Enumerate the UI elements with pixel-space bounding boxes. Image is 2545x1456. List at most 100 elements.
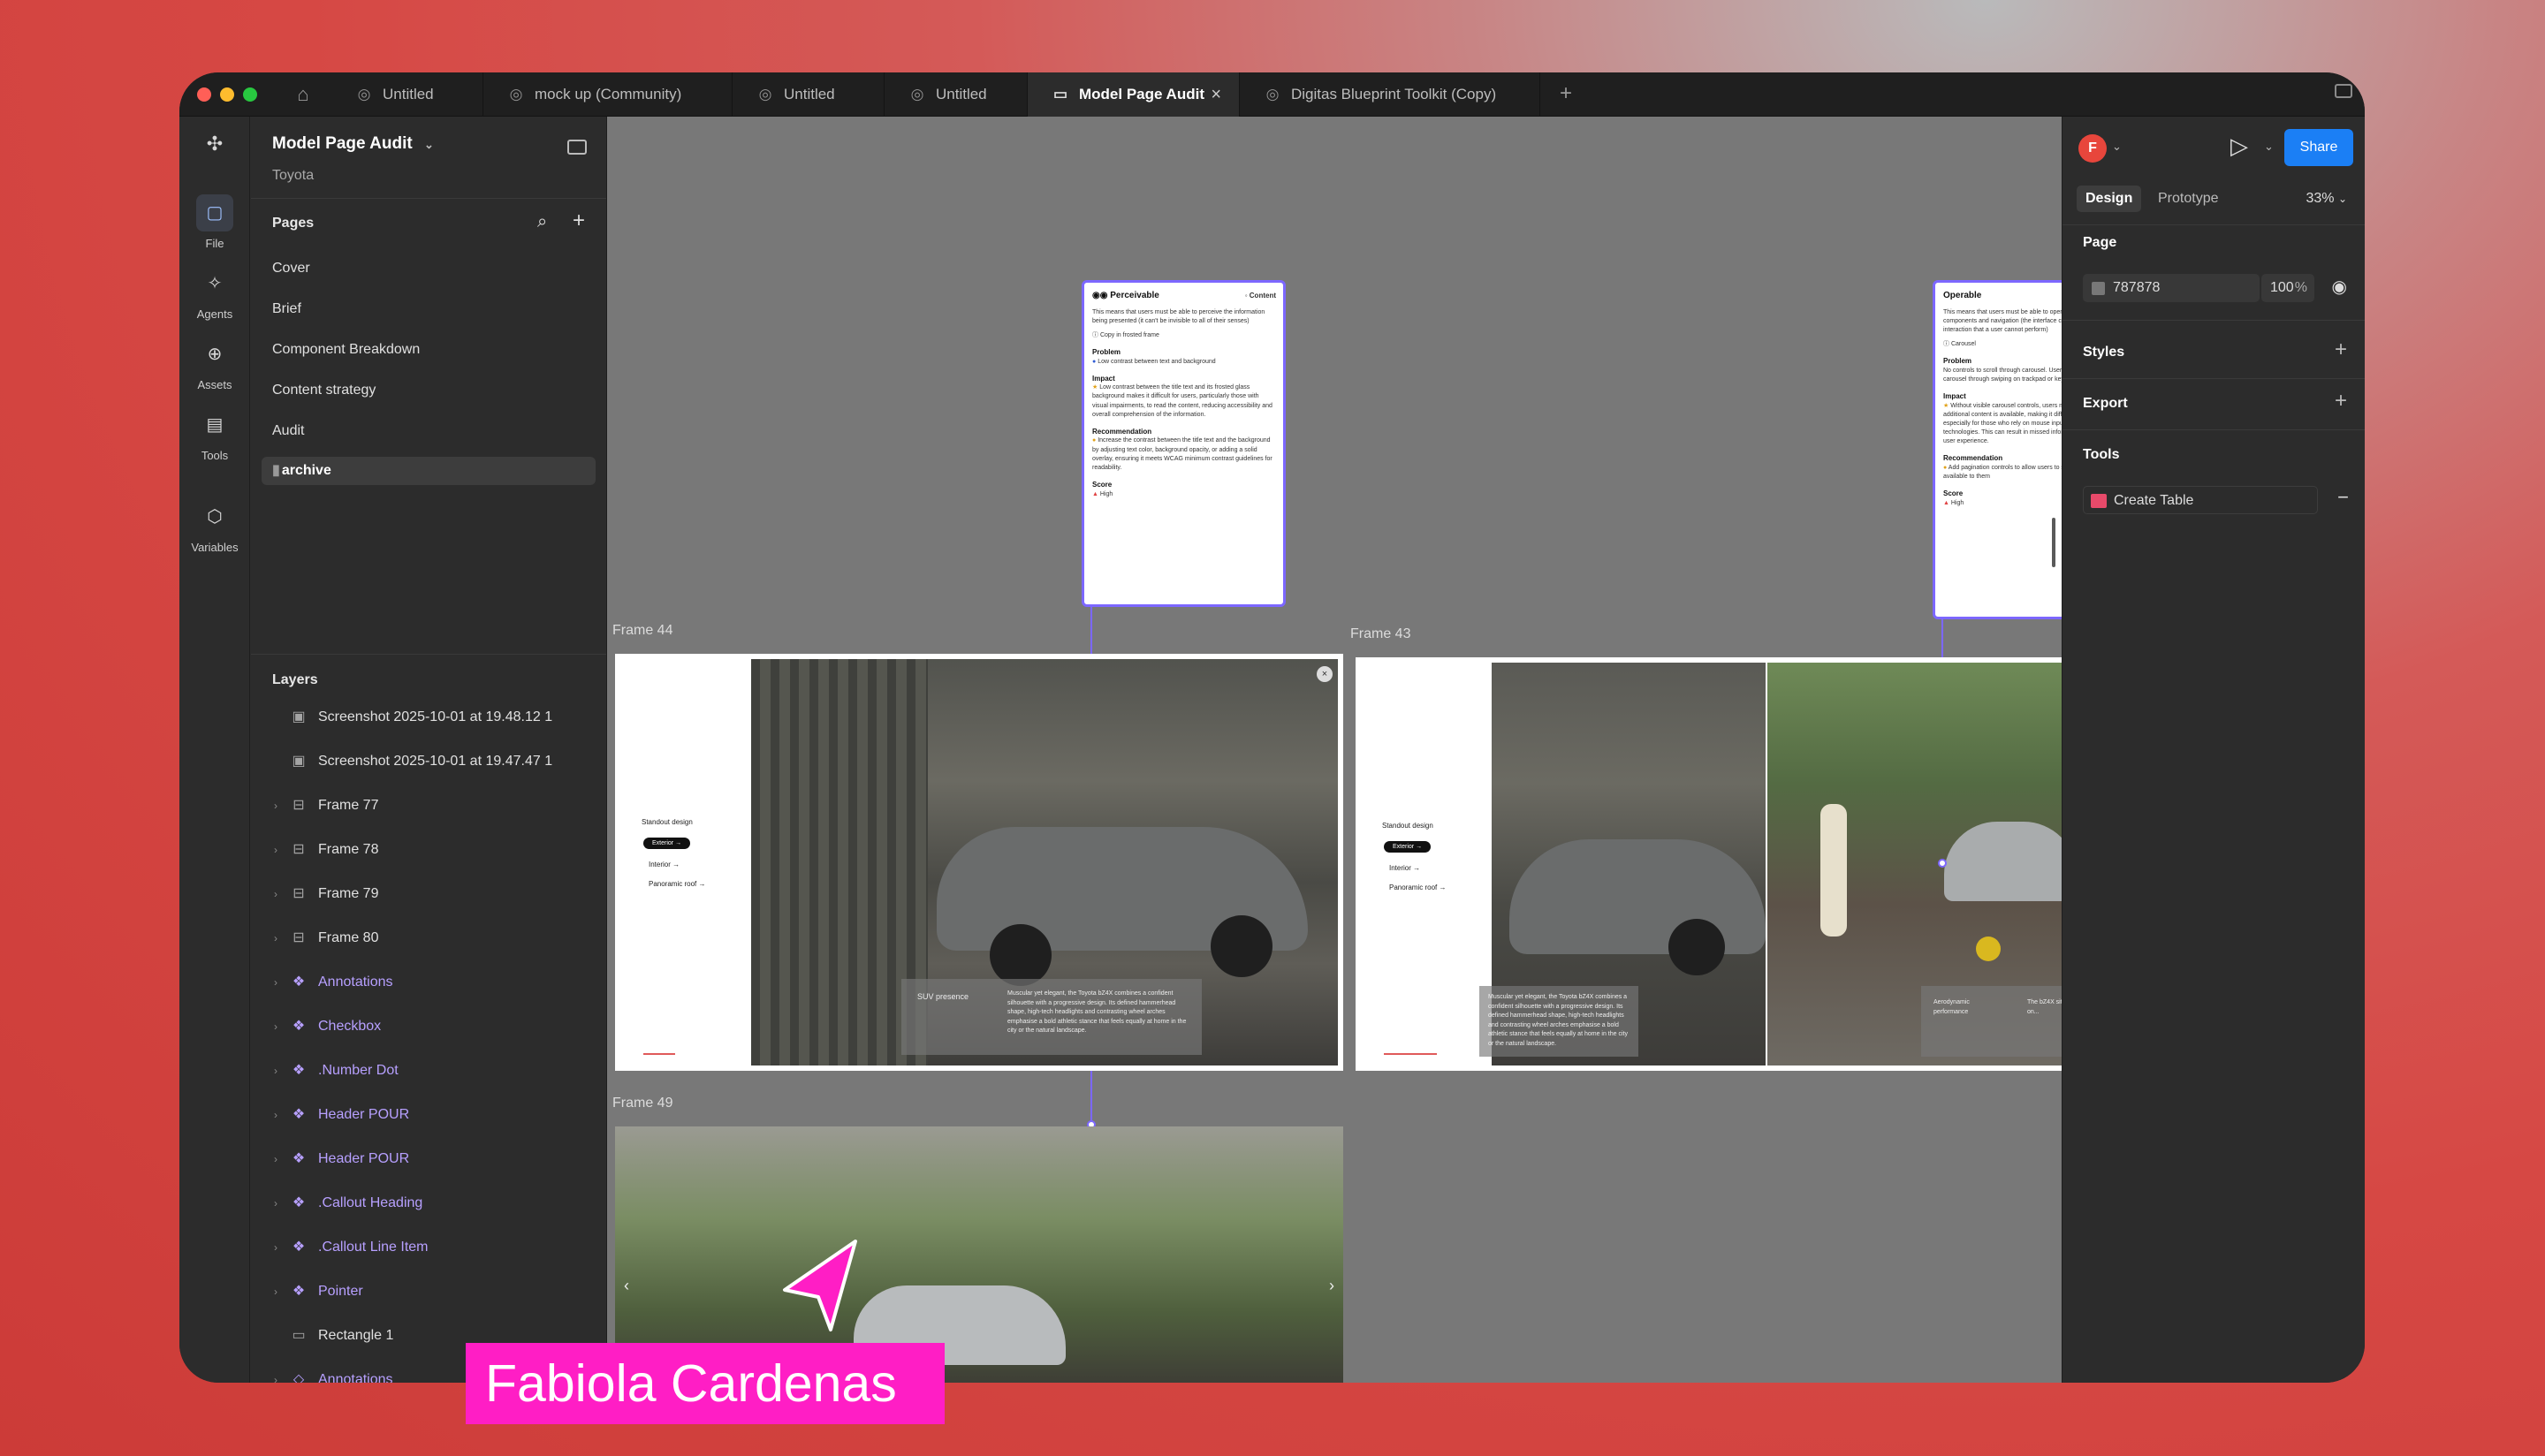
tab-mock-up[interactable]: ◎ mock up (Community) — [483, 72, 733, 117]
rail-tools[interactable]: ▤ Tools — [179, 406, 250, 462]
chevron-down-icon: ⌄ — [423, 138, 434, 151]
zoom-window-button[interactable] — [243, 87, 257, 102]
page-content-strategy[interactable]: Content strategy — [272, 383, 376, 398]
component-icon: ❖ — [292, 1107, 306, 1122]
exterior-pill[interactable]: Exterior → — [643, 838, 691, 849]
chevron-right-icon[interactable]: › — [274, 881, 277, 907]
tab-model-page-audit[interactable]: ▭ Model Page Audit × — [1028, 72, 1240, 117]
add-style-icon[interactable]: + — [2335, 337, 2347, 362]
create-table-tool[interactable]: Create Table — [2083, 486, 2318, 514]
chevron-right-icon[interactable]: › — [1329, 1277, 1334, 1295]
component-icon: ❖ — [292, 974, 306, 990]
page-archive[interactable]: ▮ archive — [262, 457, 596, 485]
rail-variables[interactable]: ⬡ Variables — [179, 498, 250, 554]
frame-49-label[interactable]: Frame 49 — [612, 1096, 672, 1111]
chevron-right-icon[interactable]: › — [274, 925, 277, 952]
tab-untitled-1[interactable]: ◎ Untitled — [331, 72, 483, 117]
layer-row[interactable]: › ⊟ Frame 79 — [251, 881, 606, 907]
warning-icon: ▲ — [1092, 490, 1100, 497]
page-cover[interactable]: Cover — [272, 261, 310, 277]
chevron-right-icon[interactable]: › — [274, 1146, 277, 1172]
tab-untitled-2[interactable]: ◎ Untitled — [733, 72, 885, 117]
chevron-down-icon[interactable]: ⌄ — [2264, 140, 2274, 154]
search-icon[interactable]: ⌕ — [537, 212, 547, 232]
page-opacity-field[interactable]: 100 % — [2261, 274, 2314, 302]
layer-row[interactable]: › ❖ Annotations — [251, 969, 606, 996]
eye-icon[interactable]: ◉ — [2332, 276, 2347, 298]
close-window-button[interactable] — [197, 87, 211, 102]
figma-logo-icon[interactable]: ✣ — [179, 125, 250, 168]
close-tab-icon[interactable]: × — [1211, 85, 1221, 105]
chevron-right-icon[interactable]: › — [274, 1013, 277, 1040]
instance-icon: ◇ — [292, 1372, 305, 1383]
rail-agents[interactable]: ✧ Agents — [179, 265, 250, 321]
tab-design[interactable]: Design — [2077, 186, 2142, 212]
page-audit[interactable]: Audit — [272, 423, 304, 439]
page-color-field[interactable]: 787878 — [2083, 274, 2260, 302]
layers-heading: Layers — [272, 672, 318, 687]
layer-row[interactable]: › ❖ .Number Dot — [251, 1058, 606, 1084]
layer-label: .Callout Line Item — [318, 1240, 429, 1255]
folder-icon[interactable] — [2335, 84, 2352, 98]
chevron-right-icon[interactable]: › — [274, 1278, 277, 1305]
layer-row[interactable]: › ❖ Header POUR — [251, 1102, 606, 1128]
rail-assets[interactable]: ⊕ Assets — [179, 336, 250, 391]
layer-row[interactable]: › ❖ Checkbox — [251, 1013, 606, 1040]
title-bar: ⌂ ◎ Untitled ◎ mock up (Community) ◎ Untitl… — [179, 72, 2365, 117]
chevron-down-icon[interactable]: ⌄ — [2112, 140, 2122, 154]
layer-row[interactable]: › ❖ Pointer — [251, 1278, 606, 1305]
canvas[interactable]: ◉◉ Perceivable ◦ Content This means that… — [607, 117, 2062, 1383]
add-page-icon[interactable]: + — [573, 209, 585, 233]
zoom-dropdown[interactable]: 33% ⌄ — [2306, 191, 2347, 207]
chevron-right-icon[interactable]: › — [274, 792, 277, 819]
page-brief[interactable]: Brief — [272, 301, 301, 317]
layer-label: Rectangle 1 — [318, 1328, 394, 1343]
scroll-handle[interactable] — [2052, 518, 2055, 567]
layer-row[interactable]: › ⊟ Frame 80 — [251, 925, 606, 952]
share-button[interactable]: Share — [2284, 129, 2353, 166]
layer-row[interactable]: › ❖ .Callout Heading — [251, 1190, 606, 1217]
chevron-right-icon[interactable]: › — [274, 1234, 277, 1261]
layer-row[interactable]: › ❖ .Callout Line Item — [251, 1234, 606, 1261]
chevron-right-icon[interactable]: › — [274, 1058, 277, 1084]
book-icon: ▭ — [1052, 86, 1068, 102]
present-play-icon[interactable]: ▷ — [2230, 133, 2248, 160]
annotation-card-operable[interactable]: Operable This means that users must be a… — [1933, 280, 2062, 619]
frame-44-label[interactable]: Frame 44 — [612, 623, 672, 639]
rail-file[interactable]: ▢ File — [179, 194, 250, 250]
layer-row[interactable]: ▣ Screenshot 2025-10-01 at 19.47.47 1 — [251, 748, 606, 775]
tab-untitled-3[interactable]: ◎ Untitled — [885, 72, 1028, 117]
layer-row[interactable]: › ⊟ Frame 77 — [251, 792, 606, 819]
page-component-breakdown[interactable]: Component Breakdown — [272, 342, 420, 358]
color-swatch[interactable] — [2092, 282, 2105, 295]
new-tab-icon[interactable]: + — [1560, 81, 1572, 106]
chevron-right-icon[interactable]: › — [274, 1190, 277, 1217]
frame-43-label[interactable]: Frame 43 — [1350, 626, 1410, 642]
close-icon[interactable]: × — [1317, 666, 1333, 682]
tab-digitas-blueprint[interactable]: ◎ Digitas Blueprint Toolkit (Copy) — [1240, 72, 1540, 117]
chevron-left-icon[interactable]: ‹ — [624, 1277, 629, 1295]
rectangle-icon: ▭ — [292, 1328, 306, 1343]
file-title[interactable]: Model Page Audit ⌄ — [272, 134, 434, 154]
frame-44[interactable]: Standout design Exterior → Interior → Pa… — [615, 654, 1343, 1071]
minimize-window-button[interactable] — [220, 87, 234, 102]
chevron-right-icon[interactable]: › — [274, 1102, 277, 1128]
annotation-card-perceivable[interactable]: ◉◉ Perceivable ◦ Content This means that… — [1082, 280, 1286, 607]
chevron-right-icon[interactable]: › — [274, 969, 277, 996]
annotation-dot[interactable] — [1938, 859, 1947, 868]
avatar[interactable]: F — [2078, 134, 2107, 163]
frosted-copy: Muscular yet elegant, the Toyota bZ4X co… — [1479, 986, 1638, 1057]
remove-icon[interactable]: − — [2337, 486, 2349, 509]
add-export-icon[interactable]: + — [2335, 389, 2347, 413]
chevron-right-icon[interactable]: › — [274, 1367, 277, 1383]
sidebar-toggle-icon[interactable] — [567, 140, 587, 155]
home-icon[interactable]: ⌂ — [292, 83, 315, 106]
layer-row[interactable]: ▣ Screenshot 2025-10-01 at 19.48.12 1 — [251, 704, 606, 731]
layer-row[interactable]: › ⊟ Frame 78 — [251, 837, 606, 863]
tab-prototype[interactable]: Prototype — [2149, 186, 2227, 212]
file-icon: ▢ — [196, 194, 233, 231]
frame-43[interactable]: Standout design Exterior → Interior → Pa… — [1356, 657, 2062, 1071]
exterior-pill[interactable]: Exterior → — [1384, 841, 1432, 853]
chevron-right-icon[interactable]: › — [274, 837, 277, 863]
layer-row[interactable]: › ❖ Header POUR — [251, 1146, 606, 1172]
